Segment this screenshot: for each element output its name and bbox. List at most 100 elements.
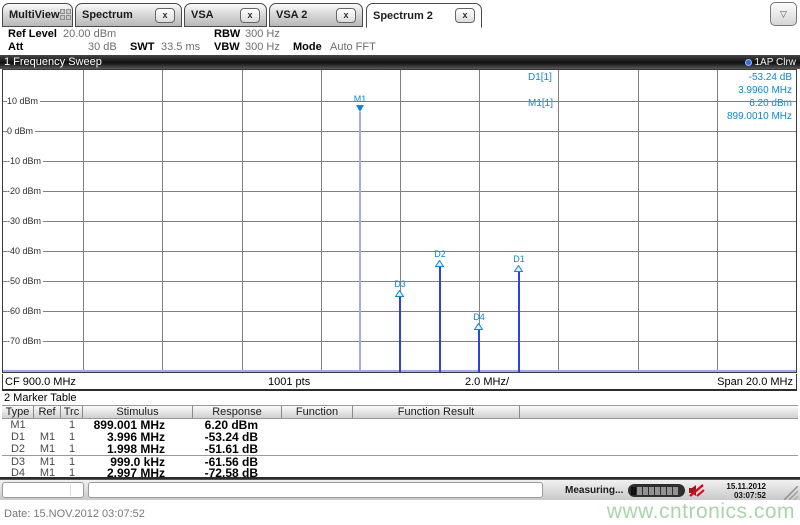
marker-cell-ref: M1 — [34, 456, 61, 467]
multiview-grid-icon — [60, 9, 71, 21]
tab-list-dropdown-button[interactable]: ▽ — [770, 2, 797, 26]
status-date: 15.11.2012 — [726, 482, 766, 491]
marker-table-window: 2 Marker Table Type Ref Trc Stimulus Res… — [0, 391, 800, 479]
mode-label: Mode — [293, 41, 322, 53]
ref-level-value[interactable]: 20.00 dBm — [63, 28, 116, 40]
marker-table-header: Type Ref Trc Stimulus Response Function … — [2, 405, 798, 419]
marker-cell-stim: 2.997 MHz — [83, 467, 193, 479]
marker-table-row: D2M111.998 MHz-51.61 dB — [2, 443, 798, 455]
col-type: Type — [2, 406, 34, 418]
spectrum-analyzer-screen: MultiView Spectrum x VSA x VSA 2 x Spect… — [0, 0, 800, 525]
span-value[interactable]: Span 20.0 MHz — [717, 376, 793, 388]
tab-label: VSA — [191, 9, 214, 21]
marker-cell-type: D1 — [2, 431, 34, 443]
window1-title: 1 Frequency Sweep — [4, 56, 102, 68]
y-axis-tick-label: -10 dBm — [7, 156, 43, 166]
marker-cell-func — [282, 443, 353, 455]
marker-d4-icon[interactable] — [474, 323, 483, 330]
spectrum-plot[interactable]: D1[1] -53.24 dB 3.9960 MHz M1[1] 6.20 dB… — [2, 69, 797, 373]
trace-indicator: 1AP Clrw — [745, 57, 797, 68]
resize-grip-icon[interactable] — [774, 486, 798, 500]
trace-color-dot-icon — [745, 59, 752, 66]
readout-m1-freq: 899.0010 MHz — [727, 112, 792, 122]
measuring-status: Measuring... — [565, 485, 623, 496]
screenshot-date-text: Date: 15.NOV.2012 03:07:52 — [4, 508, 145, 520]
readout-d1-value: -53.24 dB — [749, 73, 792, 83]
audio-muted-icon — [688, 483, 705, 498]
col-trc: Trc — [61, 406, 83, 418]
marker-cell-fres — [353, 456, 520, 467]
y-axis-tick-label: 10 dBm — [7, 96, 40, 106]
marker-label-d4: D4 — [468, 313, 490, 322]
marker-cell-trc: 1 — [61, 419, 83, 431]
swt-value[interactable]: 33.5 ms — [161, 41, 200, 53]
marker-table-rows: M11899.001 MHz6.20 dBmD1M113.996 MHz-53.… — [2, 419, 798, 479]
att-value[interactable]: 30 dB — [88, 41, 117, 53]
marker-m1-icon[interactable] — [356, 105, 364, 112]
tab-vsa[interactable]: VSA x — [184, 3, 267, 27]
readout-d1-label: D1[1] — [528, 73, 552, 83]
marker-cell-func — [282, 419, 353, 431]
marker-cell-trc: 1 — [61, 467, 83, 479]
ref-level-label: Ref Level — [8, 28, 57, 40]
col-stimulus: Stimulus — [83, 406, 193, 418]
marker-cell-trc: 1 — [61, 431, 83, 443]
status-message-field — [88, 482, 543, 498]
marker-cell-trc: 1 — [61, 443, 83, 455]
close-icon[interactable]: x — [240, 8, 260, 23]
tab-vsa-2[interactable]: VSA 2 x — [269, 3, 363, 27]
marker-label-d1: D1 — [508, 255, 530, 264]
marker-d2-icon[interactable] — [435, 260, 444, 267]
col-ref: Ref — [34, 406, 61, 418]
marker-cell-ref: M1 — [34, 467, 61, 479]
close-icon[interactable]: x — [455, 8, 475, 23]
close-icon[interactable]: x — [336, 8, 356, 23]
grid-hline — [3, 131, 797, 132]
tab-spectrum[interactable]: Spectrum x — [75, 3, 182, 27]
marker-d3-icon[interactable] — [395, 290, 404, 297]
trace-peak-d3 — [399, 297, 401, 373]
marker-d1-icon[interactable] — [514, 265, 523, 272]
marker-table-row: D4M112.997 MHz-72.58 dB — [2, 467, 798, 479]
status-clock: 15.11.2012 03:07:52 — [726, 482, 766, 500]
tab-label: VSA 2 — [276, 9, 307, 21]
channel-settings-bar: Ref Level 20.00 dBm RBW 300 Hz Att 30 dB… — [0, 27, 800, 55]
grid-hline — [3, 101, 797, 102]
marker-label-d3: D3 — [389, 280, 411, 289]
y-axis-tick-label: -20 dBm — [7, 186, 43, 196]
grid-hline — [3, 161, 797, 162]
sweep-points: 1001 pts — [268, 376, 310, 388]
marker-cell-fres — [353, 443, 520, 455]
tab-multiview[interactable]: MultiView — [2, 3, 73, 27]
y-axis-tick-label: 0 dBm — [7, 126, 35, 136]
marker-cell-resp: -72.58 dB — [193, 467, 282, 479]
marker-cell-resp: -51.61 dB — [193, 443, 282, 455]
per-division: 2.0 MHz/ — [465, 376, 509, 388]
y-axis-tick-label: -40 dBm — [7, 246, 43, 256]
mode-value[interactable]: Auto FFT — [330, 41, 376, 53]
status-time: 03:07:52 — [726, 491, 766, 500]
tab-spectrum-2[interactable]: Spectrum 2 x — [366, 3, 482, 28]
marker-cell-func — [282, 467, 353, 479]
center-frequency[interactable]: CF 900.0 MHz — [5, 376, 76, 388]
tab-label: Spectrum — [82, 9, 133, 21]
grid-hline — [3, 251, 797, 252]
rbw-label: RBW — [214, 28, 240, 40]
rbw-value[interactable]: 300 Hz — [245, 28, 280, 40]
trace-peak-d4 — [478, 330, 480, 373]
channel-tab-bar: MultiView Spectrum x VSA x VSA 2 x Spect… — [0, 0, 800, 27]
col-response: Response — [193, 406, 282, 418]
marker-cell-func — [282, 431, 353, 443]
sweep-progress-bar — [628, 484, 685, 497]
marker-cell-type: D2 — [2, 443, 34, 455]
bottom-strip: Date: 15.NOV.2012 03:07:52 www.cntronics… — [0, 500, 800, 525]
vbw-label: VBW — [214, 41, 240, 53]
vbw-value[interactable]: 300 Hz — [245, 41, 280, 53]
marker-cell-func — [282, 456, 353, 467]
watermark-text: www.cntronics.com — [607, 500, 795, 524]
marker-cell-fres — [353, 419, 520, 431]
close-icon[interactable]: x — [155, 8, 175, 23]
marker-cell-ref — [34, 419, 61, 431]
status-bar: Measuring... 15.11.2012 03:07:52 — [0, 479, 800, 500]
window1-title-bar[interactable]: 1 Frequency Sweep 1AP Clrw — [0, 55, 800, 69]
